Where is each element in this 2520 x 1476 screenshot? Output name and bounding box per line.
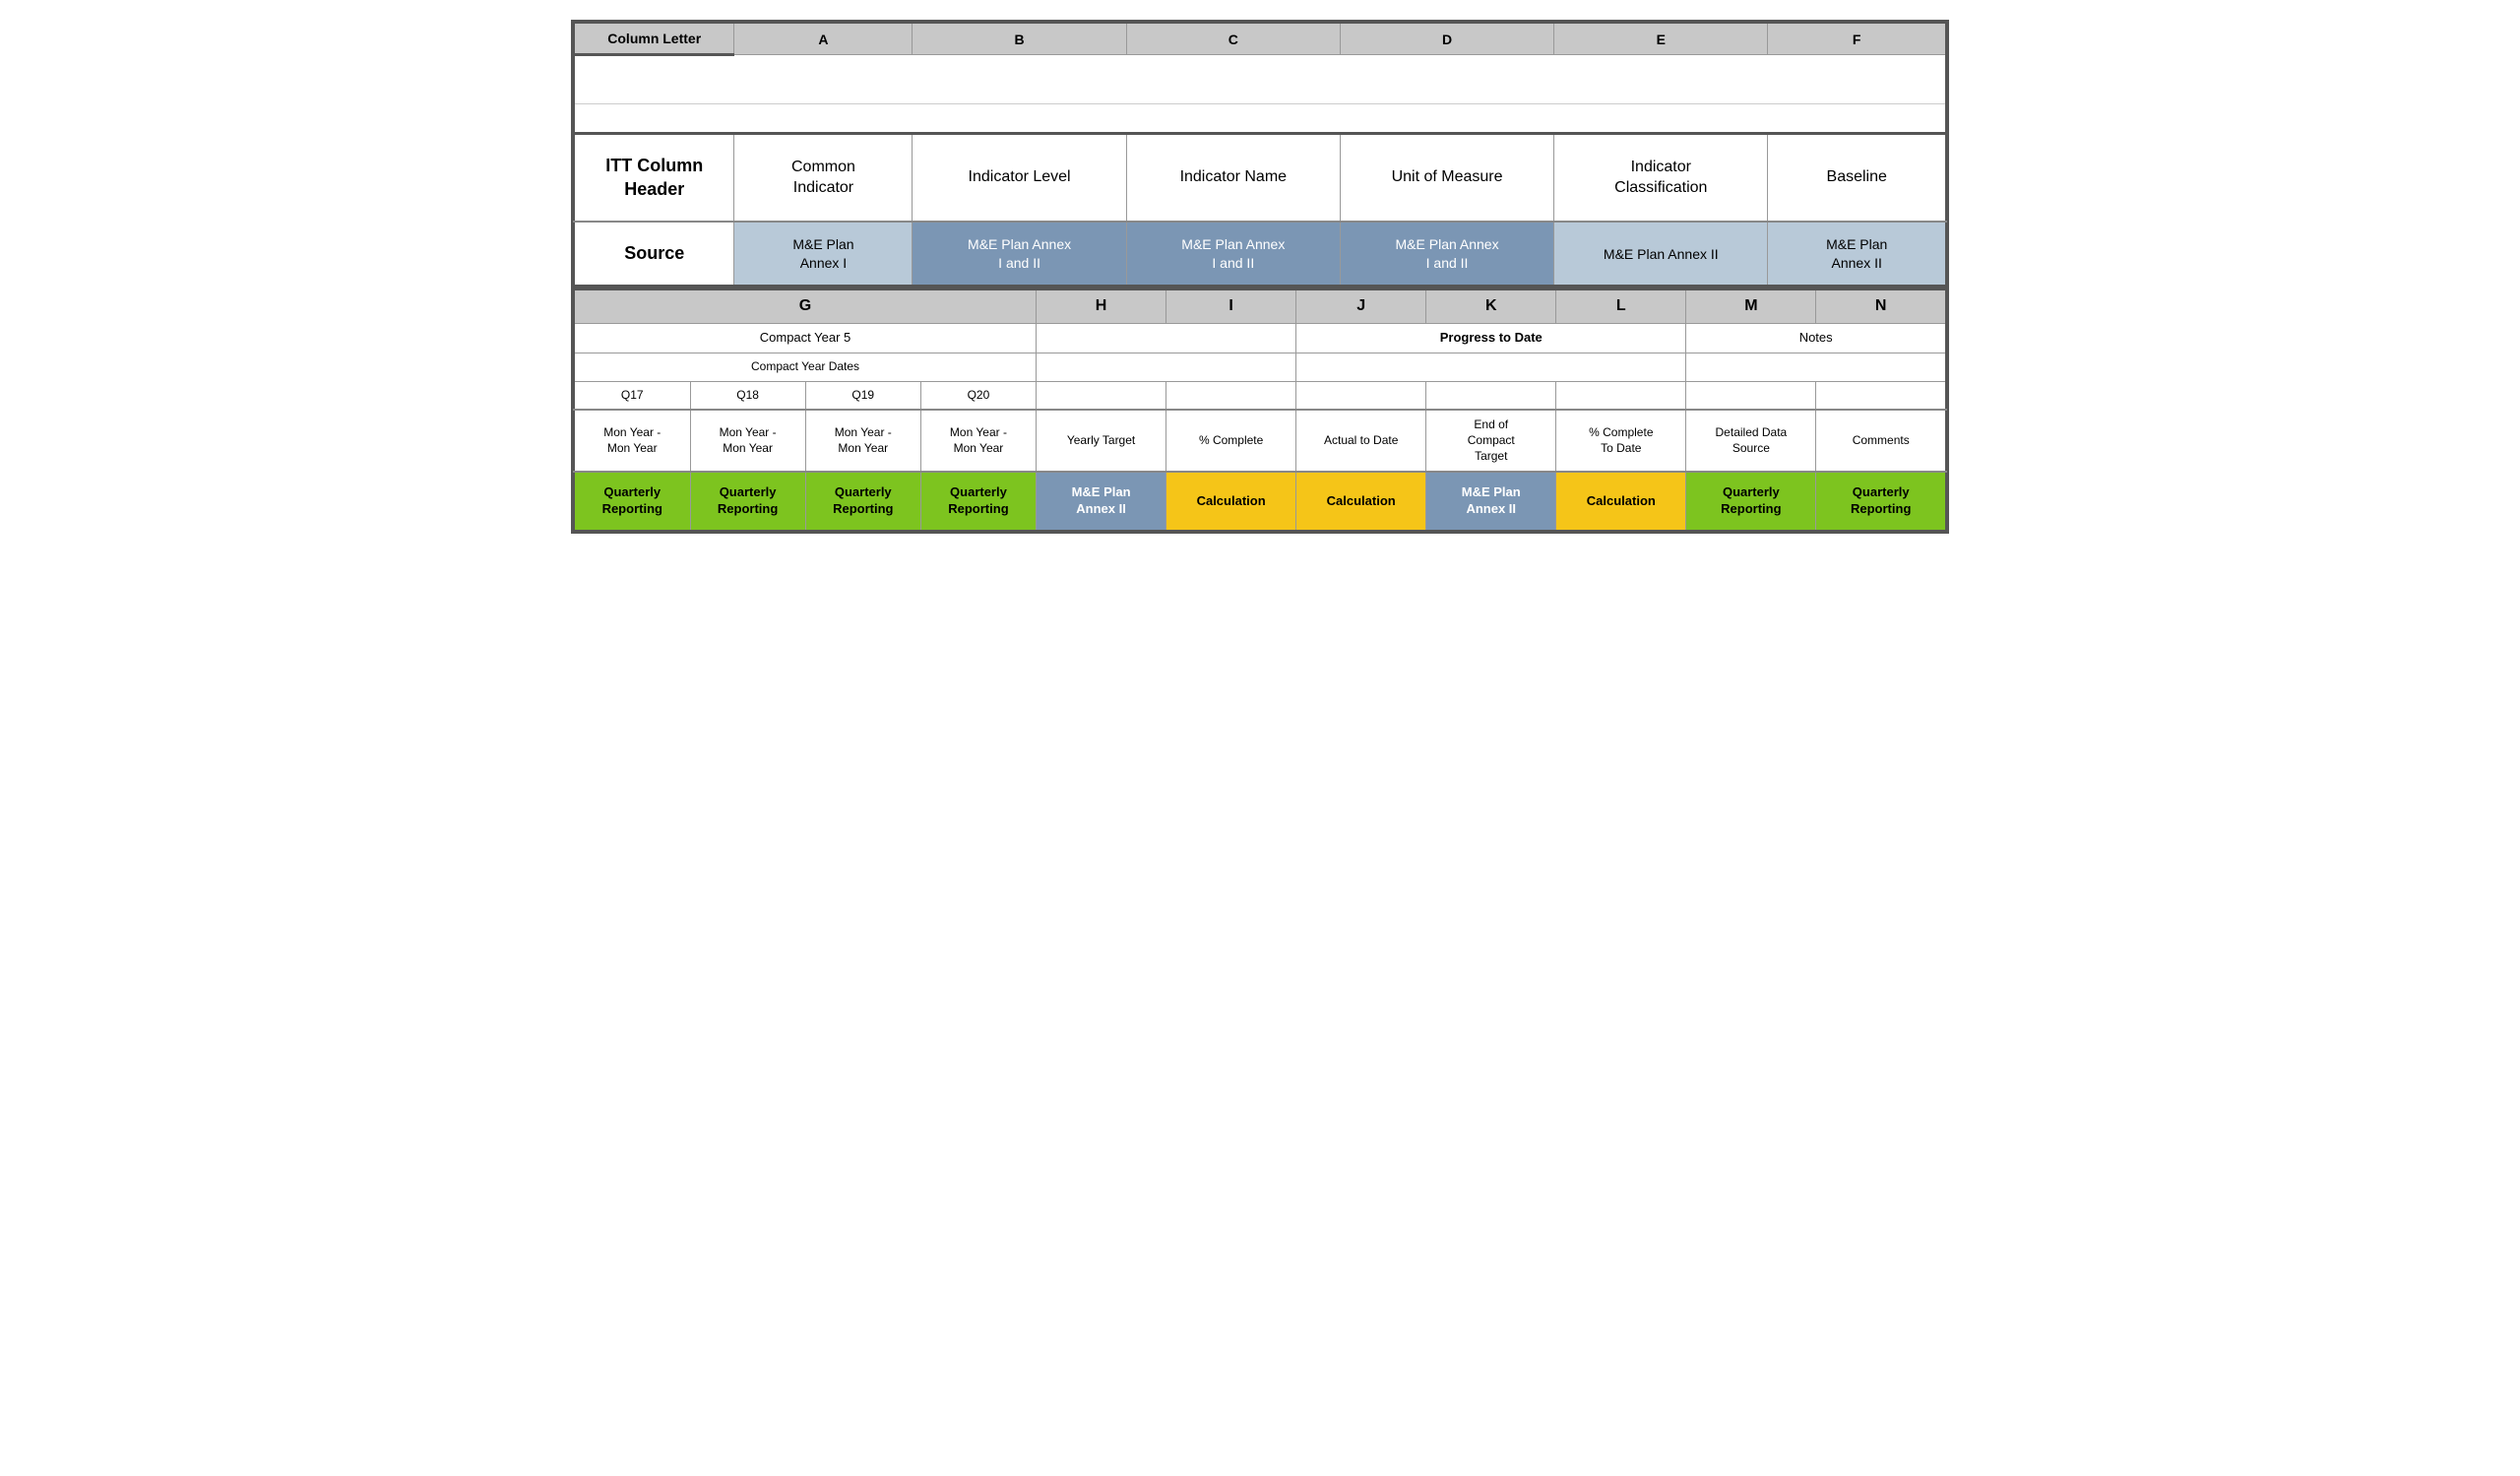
empty-l-q	[1556, 381, 1686, 410]
col-h-header: H	[1037, 289, 1166, 324]
comments-label: Comments	[1816, 410, 1946, 472]
progress-to-date-label: Progress to Date	[1296, 324, 1686, 353]
col-n-header: N	[1816, 289, 1946, 324]
empty-row-1	[574, 55, 1946, 104]
empty-j-q	[1296, 381, 1426, 410]
source-m: QuarterlyReporting	[1686, 472, 1816, 531]
col-l-header: L	[1556, 289, 1686, 324]
empty-m-q	[1686, 381, 1816, 410]
col-g-header: G	[574, 289, 1037, 324]
col-i-header: I	[1166, 289, 1296, 324]
notes-label: Notes	[1686, 324, 1946, 353]
empty-n-q	[1816, 381, 1946, 410]
itt-col-f: Baseline	[1768, 134, 1946, 222]
col-c-header: C	[1126, 23, 1340, 55]
source-q19: QuarterlyReporting	[805, 472, 920, 531]
source-k: M&E PlanAnnex II	[1426, 472, 1556, 531]
itt-col-a: CommonIndicator	[734, 134, 913, 222]
source-col-a: M&E PlanAnnex I	[734, 222, 913, 287]
empty-jkl	[1296, 353, 1686, 382]
source-q18: QuarterlyReporting	[690, 472, 805, 531]
q17-date: Mon Year -Mon Year	[574, 410, 690, 472]
col-d-header: D	[1340, 23, 1553, 55]
empty-hi-2	[1037, 353, 1296, 382]
itt-col-b: Indicator Level	[913, 134, 1126, 222]
q19-label: Q19	[805, 381, 920, 410]
yearly-target-label: Yearly Target	[1037, 410, 1166, 472]
itt-col-d: Unit of Measure	[1340, 134, 1553, 222]
source-col-d: M&E Plan AnnexI and II	[1340, 222, 1553, 287]
q20-date: Mon Year -Mon Year	[920, 410, 1036, 472]
pct-complete-to-date-label: % CompleteTo Date	[1556, 410, 1686, 472]
q17-label: Q17	[574, 381, 690, 410]
compact-year-dates: Compact Year Dates	[574, 353, 1037, 382]
col-f-header: F	[1768, 23, 1946, 55]
source-i: Calculation	[1166, 472, 1296, 531]
q18-label: Q18	[690, 381, 805, 410]
source-l: Calculation	[1556, 472, 1686, 531]
itt-col-e: IndicatorClassification	[1554, 134, 1768, 222]
empty-hi-1	[1037, 324, 1296, 353]
source-col-c: M&E Plan AnnexI and II	[1126, 222, 1340, 287]
col-e-header: E	[1554, 23, 1768, 55]
source-q17: QuarterlyReporting	[574, 472, 690, 531]
empty-h-q	[1037, 381, 1166, 410]
main-table-container: Column Letter A B C D E F ITT ColumnHead…	[571, 20, 1949, 534]
compact-year-label: Compact Year 5	[574, 324, 1037, 353]
source-h: M&E PlanAnnex II	[1037, 472, 1166, 531]
source-col-e: M&E Plan Annex II	[1554, 222, 1768, 287]
q18-date: Mon Year -Mon Year	[690, 410, 805, 472]
col-b-header: B	[913, 23, 1126, 55]
source-col-b: M&E Plan AnnexI and II	[913, 222, 1126, 287]
column-letter-header: Column Letter	[574, 23, 734, 55]
q20-label: Q20	[920, 381, 1036, 410]
source-q20: QuarterlyReporting	[920, 472, 1036, 531]
source-n: QuarterlyReporting	[1816, 472, 1946, 531]
empty-row-2	[574, 104, 1946, 134]
col-k-header: K	[1426, 289, 1556, 324]
pct-complete-label: % Complete	[1166, 410, 1296, 472]
source-col-f: M&E PlanAnnex II	[1768, 222, 1946, 287]
source-j: Calculation	[1296, 472, 1426, 531]
col-j-header: J	[1296, 289, 1426, 324]
empty-k-q	[1426, 381, 1556, 410]
itt-col-c: Indicator Name	[1126, 134, 1340, 222]
detailed-data-source-label: Detailed DataSource	[1686, 410, 1816, 472]
source-label: Source	[574, 222, 734, 287]
empty-mn	[1686, 353, 1946, 382]
q19-date: Mon Year -Mon Year	[805, 410, 920, 472]
col-m-header: M	[1686, 289, 1816, 324]
empty-i-q	[1166, 381, 1296, 410]
end-compact-target-label: End ofCompactTarget	[1426, 410, 1556, 472]
actual-to-date-label: Actual to Date	[1296, 410, 1426, 472]
col-a-header: A	[734, 23, 913, 55]
itt-column-header-label: ITT ColumnHeader	[574, 134, 734, 222]
